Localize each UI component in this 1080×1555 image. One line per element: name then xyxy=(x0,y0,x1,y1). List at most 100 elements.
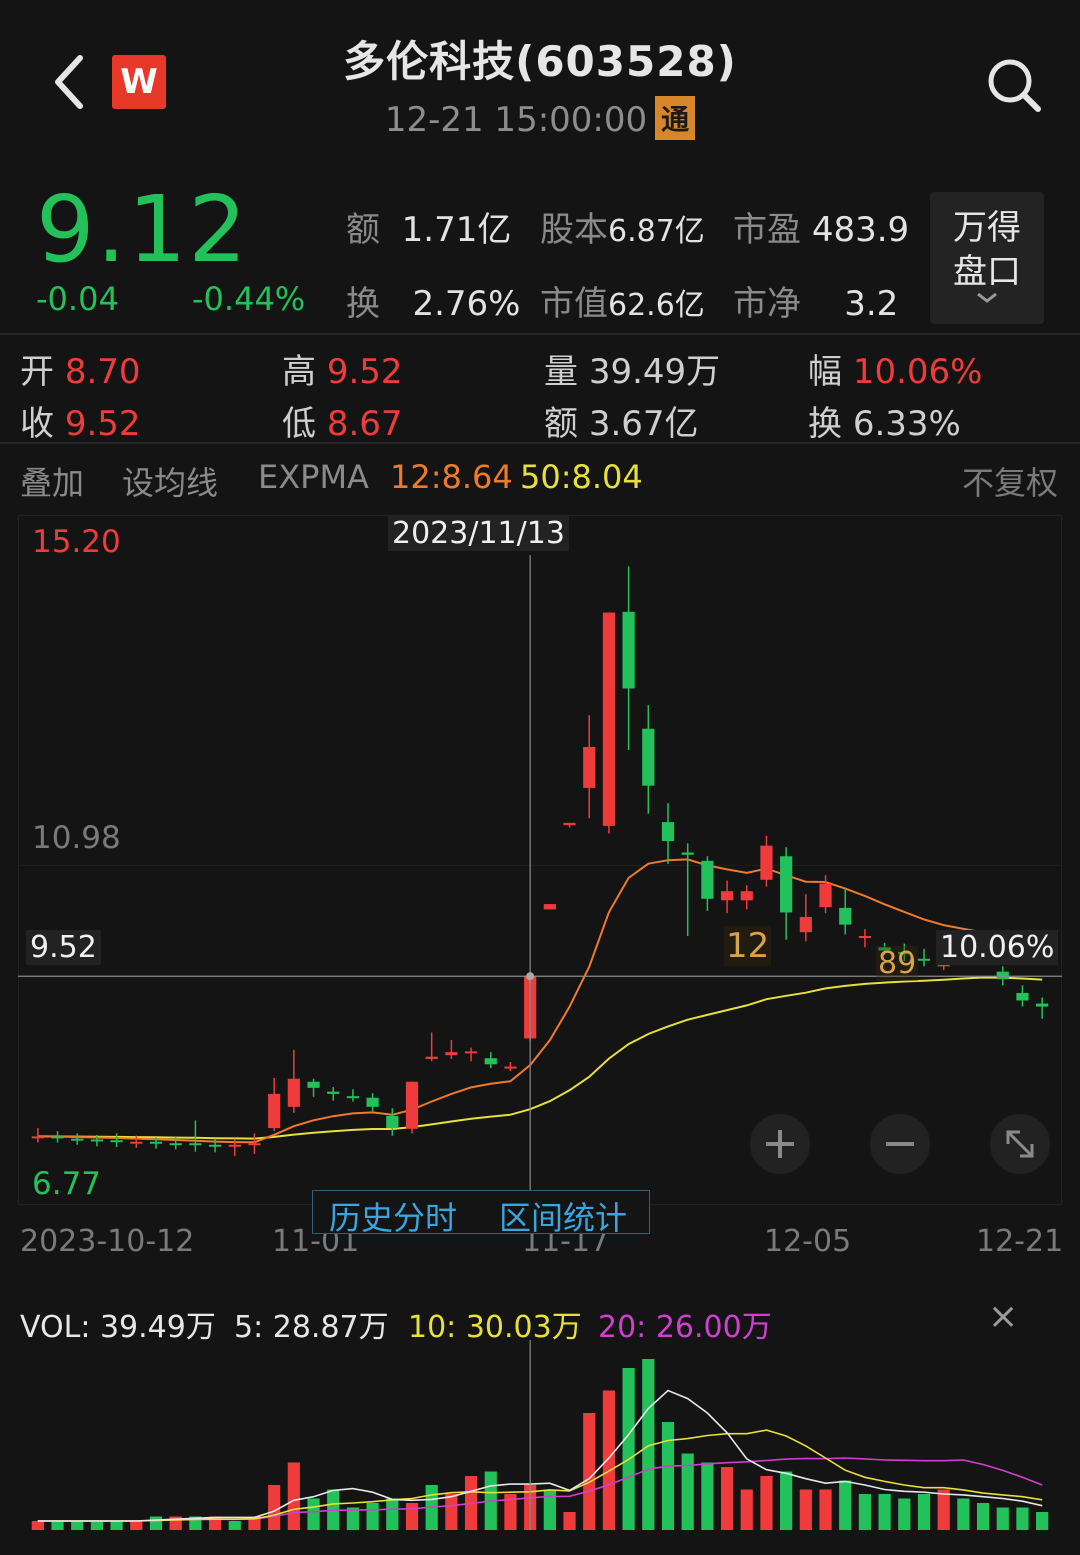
y-label-mid: 10.98 xyxy=(32,820,121,856)
fullscreen-button[interactable] xyxy=(990,1114,1050,1174)
candle-body xyxy=(760,845,773,880)
candle-body xyxy=(327,1091,340,1094)
volume-bar xyxy=(307,1498,320,1530)
ema50-value: 50:8.04 xyxy=(520,458,643,496)
candle-body xyxy=(1036,1003,1049,1007)
candle-body xyxy=(169,1143,182,1146)
volume-bar xyxy=(799,1489,812,1530)
volume-bar xyxy=(602,1390,616,1530)
chart-tabs: 历史分时 区间统计 xyxy=(312,1190,650,1237)
volume-bar xyxy=(71,1521,84,1530)
ema12-value: 12:8.64 xyxy=(390,458,513,496)
indicator-expma[interactable]: EXPMA xyxy=(258,458,369,496)
volume-bar xyxy=(701,1462,714,1530)
stat-close: 收 9.52 xyxy=(20,404,141,444)
divider xyxy=(0,333,1080,335)
candle-body xyxy=(425,1056,438,1059)
volume-bar xyxy=(31,1521,44,1530)
tab-range-stats[interactable]: 区间统计 xyxy=(499,1193,627,1239)
stat-amount: 额 3.67亿 xyxy=(544,404,699,444)
quote-share-capital: 股本6.87亿 xyxy=(540,210,705,250)
zoom-out-button[interactable] xyxy=(870,1114,930,1174)
volume-chart[interactable] xyxy=(18,1340,1062,1540)
candle-body xyxy=(366,1097,379,1107)
ema12-line xyxy=(37,858,1043,1144)
candle-body xyxy=(996,971,1009,980)
expand-icon xyxy=(1006,1130,1034,1158)
candle-body xyxy=(799,917,812,933)
last-price: 9.12 xyxy=(36,176,249,283)
stock-title: 多伦科技(603528) xyxy=(343,37,737,86)
volume-bar xyxy=(937,1489,950,1530)
candle-body xyxy=(504,1066,517,1069)
zoom-in-button[interactable] xyxy=(750,1114,810,1174)
datetime-text: 12-21 15:00:00 xyxy=(384,100,648,140)
pankou-line2: 盘口 xyxy=(953,252,1021,292)
volume-bar xyxy=(1036,1512,1049,1530)
volume-bar xyxy=(661,1422,675,1530)
candle-body xyxy=(622,611,635,689)
candle-body xyxy=(563,822,576,826)
stat-low: 低 8.67 xyxy=(282,404,403,444)
volume-bar xyxy=(366,1503,379,1530)
candle-body xyxy=(720,891,734,901)
candle-body xyxy=(839,907,852,925)
stat-amplitude: 幅 10.06% xyxy=(808,352,983,392)
volume-bar xyxy=(819,1489,832,1530)
search-button[interactable] xyxy=(984,55,1044,115)
crosshair-dot xyxy=(526,972,535,981)
candle-body xyxy=(346,1096,360,1099)
candle-body xyxy=(484,1058,497,1065)
pankou-button[interactable]: 万得 盘口 xyxy=(930,192,1044,324)
adjust-button[interactable]: 不复权 xyxy=(962,458,1058,504)
quote-pe: 市盈 483.9 xyxy=(733,210,910,250)
volume-bar xyxy=(976,1503,990,1530)
x-label: 12-05 xyxy=(764,1224,852,1259)
candle-body xyxy=(189,1143,202,1146)
stat-volume: 量 39.49万 xyxy=(544,352,721,392)
volume-bar xyxy=(405,1503,419,1530)
volume-bar xyxy=(740,1489,753,1530)
candle-body xyxy=(642,728,655,786)
y-label-top: 15.20 xyxy=(32,524,121,560)
candle-body xyxy=(661,822,675,842)
minus-icon xyxy=(886,1142,914,1146)
candle-body xyxy=(543,904,556,910)
stat-open: 开 8.70 xyxy=(20,352,141,392)
tong-badge: 通 xyxy=(655,96,696,140)
quote-time: 12-21 15:00:00 通 xyxy=(0,96,1080,140)
volume-bar xyxy=(996,1507,1009,1530)
x-label: 2023-10-12 xyxy=(20,1224,195,1259)
divider xyxy=(0,442,1080,444)
set-ma-button[interactable]: 设均线 xyxy=(122,458,218,504)
x-label: 12-21 xyxy=(976,1224,1064,1259)
kline-chart[interactable] xyxy=(18,515,1062,1215)
candle-body xyxy=(1016,992,1029,1001)
volume-bar xyxy=(90,1521,104,1530)
candle-body xyxy=(445,1052,458,1056)
volume-bar xyxy=(957,1498,970,1530)
volume-bar xyxy=(287,1462,300,1530)
plus-icon xyxy=(766,1130,794,1158)
volume-bar xyxy=(445,1494,458,1530)
stat-turnover: 换 6.33% xyxy=(808,404,961,444)
overlay-button[interactable]: 叠加 xyxy=(20,458,84,504)
candle-body xyxy=(71,1138,84,1141)
close-volume-button[interactable]: × xyxy=(988,1296,1018,1337)
volume-bar xyxy=(858,1494,872,1530)
candle-body xyxy=(405,1081,419,1129)
vol-ma10-line xyxy=(37,1429,1043,1522)
candle-body xyxy=(228,1144,241,1147)
candle-body xyxy=(307,1081,320,1088)
candle-body xyxy=(701,860,714,899)
candle-body xyxy=(287,1078,300,1107)
tab-history-intraday[interactable]: 历史分时 xyxy=(329,1193,457,1239)
quote-market-cap: 市值62.6亿 xyxy=(540,284,705,324)
y-label-bottom: 6.77 xyxy=(32,1166,102,1202)
candle-body xyxy=(819,883,832,908)
candle-body xyxy=(740,891,753,901)
search-icon xyxy=(988,59,1041,112)
volume-bar xyxy=(878,1494,891,1530)
volume-bar xyxy=(130,1521,143,1530)
volume-bar xyxy=(386,1498,399,1530)
